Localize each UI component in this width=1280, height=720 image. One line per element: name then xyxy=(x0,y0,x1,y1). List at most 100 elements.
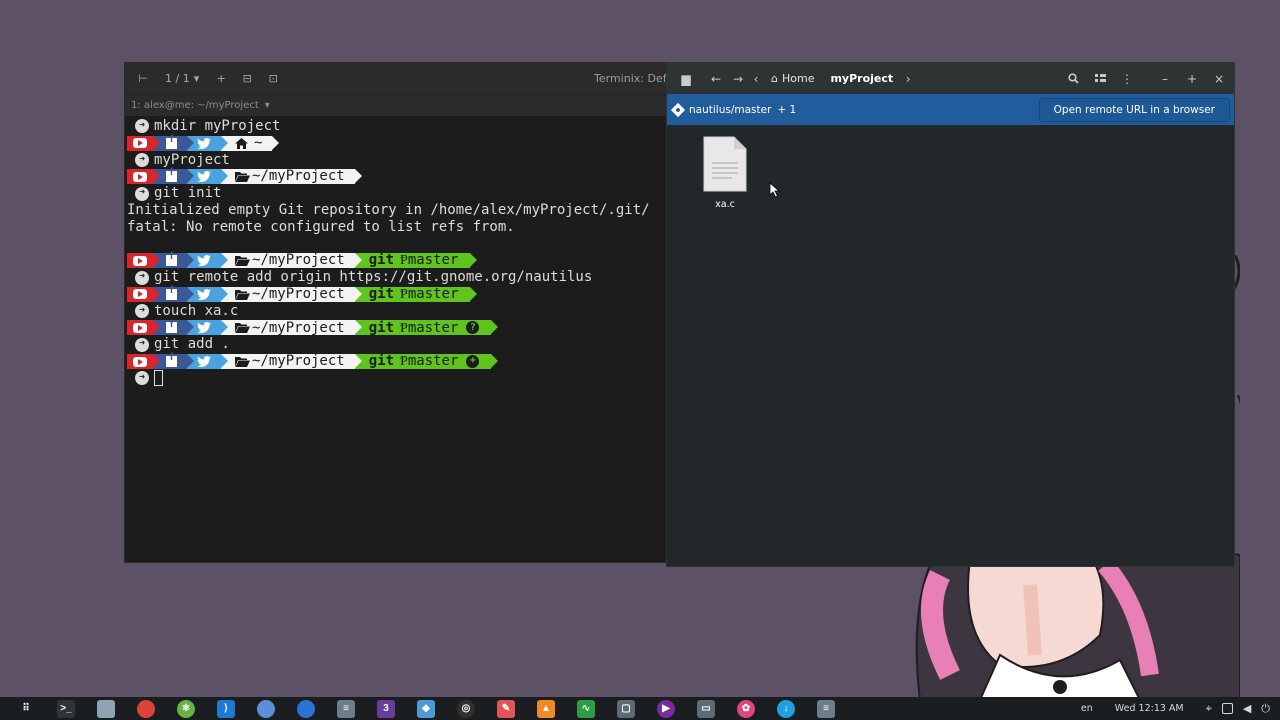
staged-badge-icon: + xyxy=(466,355,480,369)
taskbar-item[interactable]: ≡ xyxy=(806,697,846,720)
volume-icon[interactable]: ◀ xyxy=(1243,702,1251,715)
text-cursor[interactable] xyxy=(154,370,163,387)
clock[interactable]: Wed 12:13 AM xyxy=(1115,703,1184,714)
youtube-icon xyxy=(127,354,160,370)
breadcrumb-current[interactable]: myProject xyxy=(822,68,901,90)
youtube-icon xyxy=(127,169,160,185)
prompt-path: ~/myProject xyxy=(221,252,362,269)
add-session-icon[interactable]: + xyxy=(211,69,231,89)
untracked-badge-icon: ? xyxy=(466,321,480,335)
files-headerbar[interactable]: ▆ ← → ‹ ⌂ Home myProject › ⋮ – + × xyxy=(667,63,1234,94)
terminal-menu-icon[interactable]: ⊢ xyxy=(133,69,153,89)
open-remote-url-button[interactable]: Open remote URL in a browser xyxy=(1038,97,1230,122)
split-horizontal-icon[interactable]: ⊟ xyxy=(237,69,257,89)
taskbar-item[interactable]: ▲ xyxy=(526,697,566,720)
forward-arrow-icon[interactable]: → xyxy=(727,68,749,90)
home-icon xyxy=(235,137,248,149)
chevron-left-icon[interactable]: ‹ xyxy=(749,68,763,90)
search-icon[interactable] xyxy=(1062,68,1084,90)
keyboard-layout[interactable]: en xyxy=(1081,703,1093,714)
taskbar-item[interactable] xyxy=(126,697,166,720)
prompt-path: ~/myProject xyxy=(221,168,362,184)
powerline-prompt: f ~ xyxy=(127,134,664,152)
taskbar-item[interactable]: ↓ xyxy=(766,697,806,720)
minimize-icon[interactable]: – xyxy=(1154,68,1176,90)
taskbar-item[interactable]: ▶ xyxy=(646,697,686,720)
session-switcher[interactable]: 1 / 1 ▾ xyxy=(159,69,205,89)
breadcrumb-home[interactable]: ⌂ Home xyxy=(763,68,822,90)
chevron-right-icon[interactable]: › xyxy=(901,68,915,90)
branch-icon: Ᵽ xyxy=(400,353,408,370)
command-line: ➜ git remote add origin https://git.gnome… xyxy=(127,269,664,286)
flower-icon: ✿ xyxy=(737,699,755,718)
back-arrow-icon[interactable]: ← xyxy=(705,68,727,90)
file-item[interactable]: xa.c xyxy=(695,135,755,210)
power-icon[interactable]: ⏻ xyxy=(1261,702,1270,716)
close-icon[interactable]: × xyxy=(1208,68,1230,90)
taskbar-item[interactable]: ⟩ xyxy=(206,697,246,720)
taskbar-item[interactable]: ✿ xyxy=(726,697,766,720)
network-icon[interactable]: ⌖ xyxy=(1206,702,1212,716)
view-options-icon[interactable] xyxy=(1089,68,1111,90)
arrow-circle-right-icon: ➜ xyxy=(135,186,149,201)
chevron-down-icon: ▾ xyxy=(193,72,200,85)
app3d-icon: 3 xyxy=(377,699,395,718)
git-label: git xyxy=(368,285,395,302)
sidebar-toggle-icon[interactable]: ▆ xyxy=(675,68,697,90)
powerline-prompt: f ~/myProject xyxy=(127,167,664,185)
arrow-circle-right-icon: ➜ xyxy=(135,304,149,319)
youtube-icon xyxy=(127,286,160,302)
prompt-git-segment: git Ᵽmaster + xyxy=(354,353,499,370)
terminal-output[interactable]: ➜ mkdir myProject f ~ ➜ myProject f ~/myProject… xyxy=(125,116,666,389)
youtube-icon xyxy=(127,135,160,151)
terminal-titlebar[interactable]: ⊢ 1 / 1 ▾ + ⊟ ⊡ Terminix: Defa xyxy=(125,63,666,94)
folder-open-icon xyxy=(235,322,250,334)
taskbar-item[interactable]: >_ xyxy=(46,697,86,720)
maximize-icon[interactable]: + xyxy=(1181,68,1203,90)
prompt-path-text: ~/myProject xyxy=(252,252,345,269)
obs-icon: ◎ xyxy=(457,699,475,718)
prompt-path-text: ~ xyxy=(254,134,263,151)
taskbar-item[interactable]: ≡ xyxy=(326,697,366,720)
command-text: git init xyxy=(154,185,222,202)
chevron-down-icon[interactable]: ▾ xyxy=(265,100,270,111)
server-icon: ≡ xyxy=(337,699,355,718)
taskbar-item[interactable]: ◎ xyxy=(446,697,486,720)
taskbar-item[interactable]: ✎ xyxy=(486,697,526,720)
taskbar-item[interactable]: ∿ xyxy=(566,697,606,720)
taskbar-item[interactable]: ◆ xyxy=(406,697,446,720)
terminal-icon: >_ xyxy=(57,699,75,718)
command-text: git add . xyxy=(154,336,230,353)
taskbar-item[interactable]: ▢ xyxy=(606,697,646,720)
terminal-session-bar[interactable]: 1: alex@me: ~/myProject ▾ xyxy=(125,94,666,116)
output-line: Initialized empty Git repository in /hom… xyxy=(127,202,664,219)
chrome-icon xyxy=(137,699,155,718)
input-line: ➜ xyxy=(127,370,664,387)
powerline-prompt: f ~/myProject git Ᵽmaster xyxy=(127,251,664,269)
git-infobar: nautilus/master + 1 Open remote URL in a… xyxy=(667,94,1234,125)
taskbar-item[interactable]: ⚛ xyxy=(166,697,206,720)
youtube-icon xyxy=(127,253,160,269)
prompt-branch-name: master xyxy=(407,285,459,302)
text-file-icon xyxy=(703,136,747,192)
prompt-path: ~/myProject xyxy=(221,353,362,370)
prompt-path-text: ~/myProject xyxy=(252,353,345,370)
command-line: ➜ git add . xyxy=(127,336,664,353)
terminal-window[interactable]: ⊢ 1 / 1 ▾ + ⊟ ⊡ Terminix: Defa 1: alex@m… xyxy=(124,62,667,563)
taskbar-item[interactable]: ▭ xyxy=(686,697,726,720)
prompt-git-segment: git Ᵽmaster xyxy=(354,285,478,302)
taskbar-item[interactable]: ⠿ xyxy=(6,697,46,720)
display-icon: ▭ xyxy=(697,699,715,718)
taskbar-item[interactable] xyxy=(86,697,126,720)
screen-icon[interactable] xyxy=(1221,703,1233,714)
notification-icon[interactable]: ⊡ xyxy=(263,69,283,89)
taskbar-item[interactable]: 3 xyxy=(366,697,406,720)
file-name: xa.c xyxy=(715,199,735,210)
prompt-path: ~/myProject xyxy=(221,286,362,302)
command-text: myProject xyxy=(154,151,230,168)
menu-kebab-icon[interactable]: ⋮ xyxy=(1116,68,1138,90)
taskbar-item[interactable] xyxy=(286,697,326,720)
files-window[interactable]: ▆ ← → ‹ ⌂ Home myProject › ⋮ – + × nauti… xyxy=(666,62,1235,567)
taskbar-item[interactable] xyxy=(246,697,286,720)
